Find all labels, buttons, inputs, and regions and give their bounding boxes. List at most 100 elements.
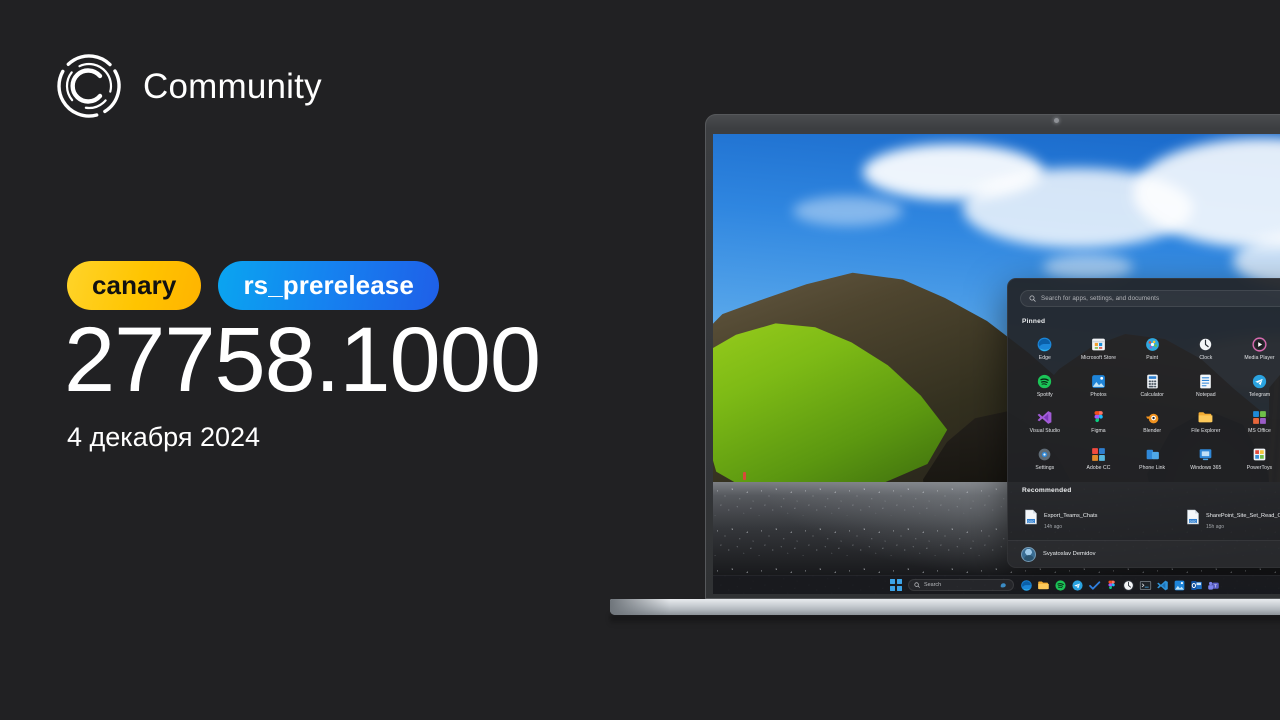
recommended-item[interactable]: DOC SharePoint_Site_Set_Read_Only_All 15h … — [1182, 500, 1280, 534]
file-explorer-icon — [1197, 409, 1214, 426]
pinned-app-clock[interactable]: Clock — [1179, 332, 1233, 367]
user-account-button[interactable]: Svyatoslav Demidov — [1021, 546, 1096, 562]
document-icon: DOC — [1024, 509, 1038, 525]
build-number: 27758.1000 — [64, 309, 541, 411]
visual-studio-icon — [1036, 409, 1053, 426]
phone-link-icon — [1144, 446, 1161, 463]
taskbar-spotify-icon[interactable] — [1054, 579, 1067, 592]
recommended-item-name: Export_Teams_Chats — [1044, 513, 1098, 520]
pinned-app-visual-studio[interactable]: Visual Studio — [1018, 405, 1072, 440]
pinned-app-calculator[interactable]: Calculator — [1125, 369, 1179, 404]
pinned-app-ms-office[interactable]: MS Office — [1233, 405, 1280, 440]
laptop-screen: Search for apps, settings, and documents… — [713, 134, 1280, 594]
pinned-app-label: Microsoft Store — [1080, 355, 1116, 361]
svg-text:T: T — [1214, 583, 1217, 588]
brand-header: Community — [55, 52, 322, 120]
taskbar-figma-icon[interactable] — [1105, 579, 1118, 592]
pinned-app-label: Paint — [1146, 355, 1159, 361]
svg-text:DOC: DOC — [1028, 519, 1035, 523]
pinned-header: Pinned All apps — [1008, 307, 1280, 330]
pinned-app-edge[interactable]: Edge — [1018, 332, 1072, 367]
pinned-app-label: Clock — [1199, 355, 1213, 361]
figma-icon — [1090, 409, 1107, 426]
pinned-apps-grid: Edge Microsoft Store Paint Clock Media Playe… — [1008, 330, 1280, 476]
pinned-title: Pinned — [1022, 318, 1046, 325]
pinned-app-label: Spotify — [1036, 391, 1053, 398]
pinned-app-label: Visual Studio — [1029, 428, 1060, 435]
taskbar: Search T — [713, 575, 1280, 594]
ms-office-icon — [1251, 409, 1268, 426]
taskbar-clock-icon[interactable] — [1122, 579, 1135, 592]
search-icon — [1029, 295, 1036, 302]
badge-branch: rs_prerelease — [218, 261, 439, 310]
taskbar-outlook-icon[interactable] — [1190, 579, 1203, 592]
pinned-app-settings[interactable]: Settings — [1018, 442, 1072, 477]
start-search-input[interactable]: Search for apps, settings, and documents — [1020, 290, 1280, 307]
pinned-app-label: Calculator — [1140, 391, 1164, 398]
pinned-app-file-explorer[interactable]: File Explorer — [1179, 405, 1233, 440]
edge-icon — [1036, 336, 1053, 353]
pinned-app-label: MS Office — [1248, 428, 1271, 435]
recommended-item-time: 14h ago — [1044, 523, 1063, 530]
pinned-app-paint[interactable]: Paint — [1125, 332, 1179, 367]
pinned-app-figma[interactable]: Figma — [1072, 405, 1126, 440]
taskbar-to-do-icon[interactable] — [1088, 579, 1101, 592]
pinned-app-adobe-cc[interactable]: Adobe CC — [1072, 442, 1126, 477]
pinned-app-photos[interactable]: Photos — [1072, 369, 1126, 404]
media-player-icon — [1251, 336, 1268, 353]
pinned-app-label: Edge — [1038, 355, 1051, 361]
webcam-dot-icon — [1054, 118, 1059, 123]
taskbar-telegram-icon[interactable] — [1071, 579, 1084, 592]
taskbar-vs-code-icon[interactable] — [1156, 579, 1169, 592]
badge-channel: canary — [67, 261, 202, 310]
taskbar-photos-icon[interactable] — [1173, 579, 1186, 592]
taskbar-terminal-icon[interactable] — [1139, 579, 1152, 592]
recommended-item-time: 15h ago — [1206, 523, 1225, 530]
release-badges: canary rs_prerelease — [67, 261, 439, 310]
pinned-app-label: Photos — [1090, 391, 1107, 398]
notepad-icon — [1197, 373, 1214, 390]
pinned-app-label: File Explorer — [1191, 428, 1221, 435]
pinned-app-telegram[interactable]: Telegram — [1233, 369, 1280, 404]
laptop-base — [610, 599, 1280, 615]
pinned-app-microsoft-store[interactable]: Microsoft Store — [1072, 332, 1126, 367]
start-menu[interactable]: Search for apps, settings, and documents… — [1007, 278, 1280, 568]
brand-title: Community — [143, 66, 322, 106]
taskbar-edge-icon[interactable] — [1020, 579, 1033, 592]
pinned-app-phone-link[interactable]: Phone Link — [1125, 442, 1179, 477]
user-avatar — [1021, 546, 1036, 562]
pinned-app-spotify[interactable]: Spotify — [1018, 369, 1072, 404]
recommended-item-name: SharePoint_Site_Set_Read_Only_All — [1206, 513, 1280, 520]
pinned-app-label: Figma — [1091, 428, 1106, 435]
taskbar-teams-icon[interactable]: T — [1207, 579, 1220, 592]
search-icon — [914, 582, 920, 588]
recommended-item[interactable]: DOC Export_Teams_Chats 14h ago — [1020, 500, 1176, 534]
calculator-icon — [1144, 373, 1161, 390]
laptop-lid: Search for apps, settings, and documents… — [705, 114, 1280, 599]
copilot-icon[interactable] — [999, 581, 1008, 590]
microsoft-store-icon — [1090, 336, 1107, 353]
taskbar-file-explorer-icon[interactable] — [1037, 579, 1050, 592]
adobe-cc-icon — [1090, 446, 1107, 463]
pinned-app-label: Notepad — [1196, 391, 1216, 398]
document-icon: DOC — [1186, 509, 1200, 525]
recommended-list: DOC Export_Teams_Chats 14h ago DOC SharePoin… — [1008, 499, 1280, 534]
photos-icon — [1090, 373, 1107, 390]
recommended-header: Recommended More — [1008, 476, 1280, 499]
windows-start-icon[interactable] — [890, 579, 902, 591]
settings-gear-icon — [1036, 446, 1053, 463]
powertoys-icon — [1251, 446, 1268, 463]
pinned-app-label: Windows 365 — [1190, 464, 1222, 471]
pinned-app-windows-365[interactable]: Windows 365 — [1179, 442, 1233, 477]
pinned-app-notepad[interactable]: Notepad — [1179, 369, 1233, 404]
community-circle-logo-icon — [55, 52, 123, 120]
taskbar-search-input[interactable]: Search — [908, 579, 1014, 591]
pinned-app-label: Adobe CC — [1086, 464, 1111, 471]
clock-icon — [1197, 336, 1214, 353]
pinned-app-media-player[interactable]: Media Player — [1233, 332, 1280, 367]
pinned-app-blender[interactable]: Blender — [1125, 405, 1179, 440]
pinned-app-powertoys[interactable]: PowerToys — [1233, 442, 1280, 477]
pinned-app-label: Telegram — [1248, 391, 1271, 398]
pinned-app-label: Blender — [1143, 428, 1162, 435]
taskbar-search-label: Search — [924, 582, 942, 588]
